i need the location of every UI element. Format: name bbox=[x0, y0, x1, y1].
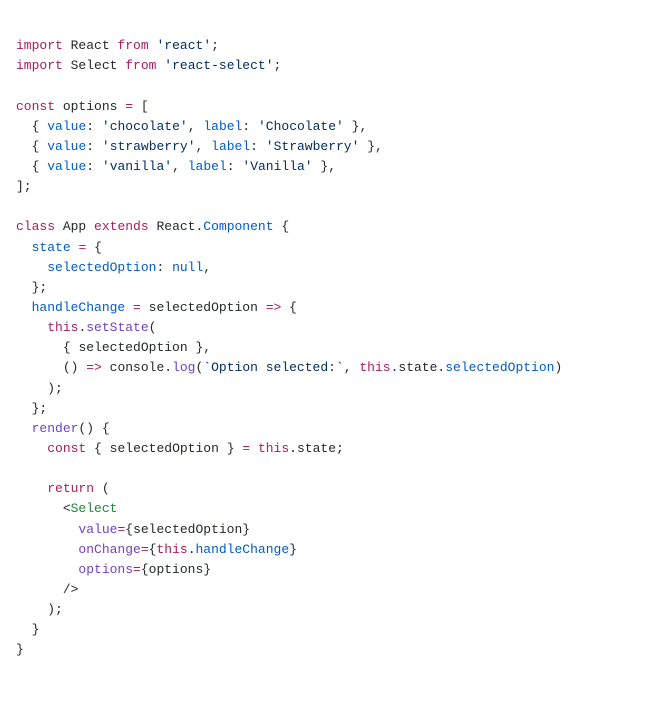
keyword-from: from bbox=[125, 58, 156, 73]
keyword-extends: extends bbox=[94, 219, 149, 234]
prop-value: value bbox=[47, 139, 86, 154]
jsx-onchange-expr: handleChange bbox=[196, 542, 290, 557]
jsx-value-expr: selectedOption bbox=[133, 522, 242, 537]
prop-value: value bbox=[47, 159, 86, 174]
jsx-options-expr: options bbox=[149, 562, 204, 577]
log-state-prop: selectedOption bbox=[445, 360, 554, 375]
class-name: App bbox=[63, 219, 86, 234]
prop-label: label bbox=[203, 119, 242, 134]
import-source-react: 'react' bbox=[156, 38, 211, 53]
opt2-value: 'vanilla' bbox=[102, 159, 172, 174]
opt0-label: 'Chocolate' bbox=[258, 119, 344, 134]
opt2-label: 'Vanilla' bbox=[242, 159, 312, 174]
opt1-label: 'Strawberry' bbox=[266, 139, 360, 154]
import-name-react: React bbox=[71, 38, 110, 53]
keyword-import: import bbox=[16, 58, 63, 73]
opt1-value: 'strawberry' bbox=[102, 139, 196, 154]
setstate-key: selectedOption bbox=[78, 340, 187, 355]
destructure-var: selectedOption bbox=[110, 441, 219, 456]
options-ident: options bbox=[63, 99, 118, 114]
keyword-class: class bbox=[16, 219, 55, 234]
jsx-attr-onchange: onChange bbox=[78, 542, 140, 557]
prop-value: value bbox=[47, 119, 86, 134]
keyword-import: import bbox=[16, 38, 63, 53]
null-literal: null bbox=[172, 260, 203, 275]
keyword-this: this bbox=[47, 320, 78, 335]
prop-label: label bbox=[188, 159, 227, 174]
state-prop: state bbox=[32, 240, 71, 255]
keyword-const: const bbox=[16, 99, 55, 114]
jsx-attr-value: value bbox=[78, 522, 117, 537]
log-fn: log bbox=[172, 360, 195, 375]
keyword-from: from bbox=[117, 38, 148, 53]
component-super: Component bbox=[203, 219, 273, 234]
keyword-return: return bbox=[47, 481, 94, 496]
log-template: `Option selected:` bbox=[203, 360, 343, 375]
render-method: render bbox=[32, 421, 79, 436]
console-ident: console bbox=[110, 360, 165, 375]
code-block: { "code": { "lang": "javascript-react", … bbox=[0, 0, 645, 717]
keyword-const: const bbox=[47, 441, 86, 456]
setstate-fn: setState bbox=[86, 320, 148, 335]
jsx-attr-options: options bbox=[78, 562, 133, 577]
handler-name: handleChange bbox=[32, 300, 126, 315]
import-name-select: Select bbox=[71, 58, 118, 73]
opt0-value: 'chocolate' bbox=[102, 119, 188, 134]
import-source-select: 'react-select' bbox=[164, 58, 273, 73]
jsx-select-tag: Select bbox=[71, 501, 118, 516]
handler-param: selectedOption bbox=[149, 300, 258, 315]
state-field: selectedOption bbox=[47, 260, 156, 275]
prop-label: label bbox=[211, 139, 250, 154]
